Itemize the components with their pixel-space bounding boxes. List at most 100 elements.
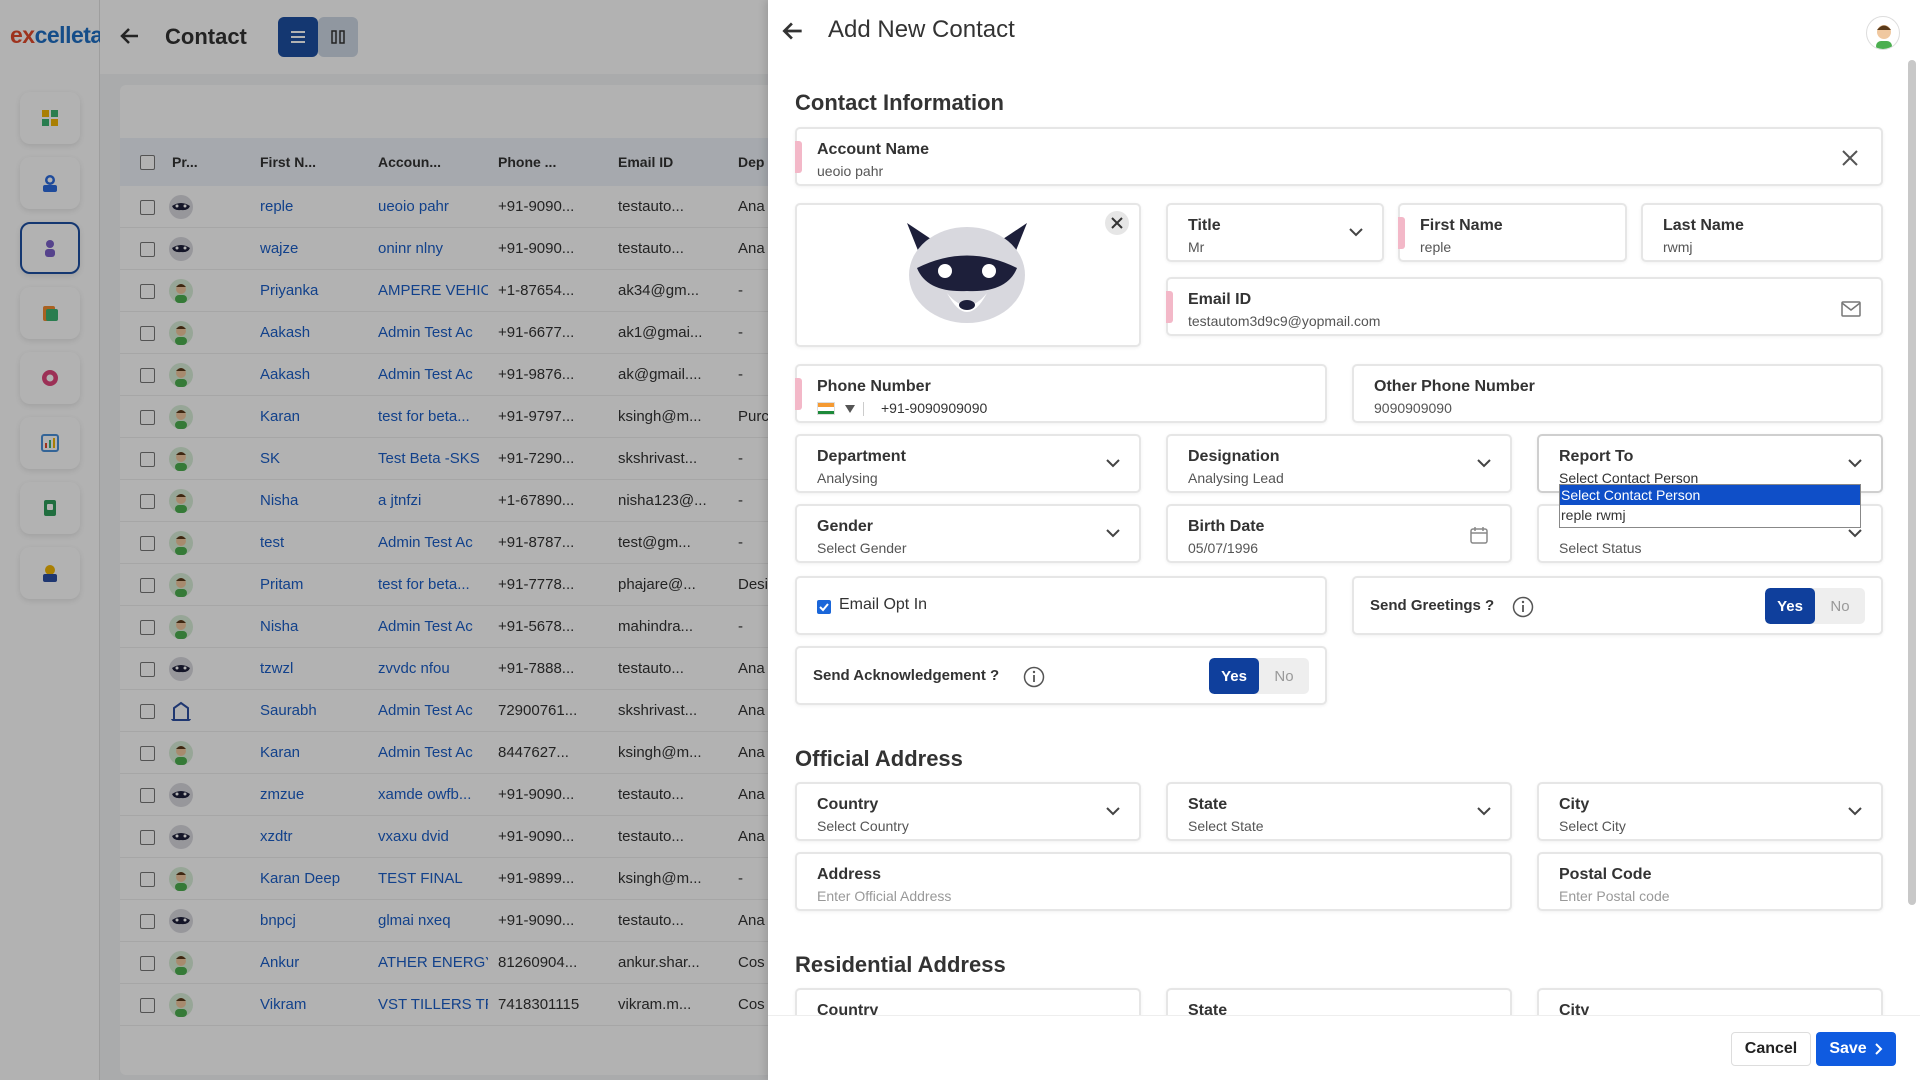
caret-down-icon[interactable] bbox=[845, 405, 855, 413]
field-value: Select City bbox=[1559, 818, 1626, 834]
field-value: Select Gender bbox=[817, 540, 907, 556]
title-select[interactable]: Title Mr bbox=[1166, 203, 1384, 262]
field-value: +91-9090909090 bbox=[881, 400, 988, 416]
designation-select[interactable]: Designation Analysing Lead bbox=[1166, 434, 1512, 493]
chevron-down-icon bbox=[1848, 807, 1862, 816]
field-label: Title bbox=[1188, 217, 1221, 234]
close-drawer-button[interactable] bbox=[780, 18, 806, 49]
field-label: Phone Number bbox=[817, 378, 931, 395]
field-label: Last Name bbox=[1663, 217, 1744, 234]
profile-image-field[interactable] bbox=[795, 203, 1141, 347]
chevron-down-icon bbox=[1106, 529, 1120, 538]
field-value: reple bbox=[1420, 239, 1452, 255]
field-label: Birth Date bbox=[1188, 518, 1265, 535]
send-greetings-field: Send Greetings ? Yes No bbox=[1352, 576, 1883, 635]
field-value: Analysing Lead bbox=[1188, 470, 1284, 486]
remove-image-button[interactable] bbox=[1105, 211, 1129, 235]
field-value: Mr bbox=[1188, 239, 1205, 255]
field-label: Designation bbox=[1188, 448, 1280, 465]
field-placeholder: Enter Official Address bbox=[817, 888, 952, 904]
field-value: ueoio pahr bbox=[817, 163, 884, 179]
official-address-field[interactable]: Address Enter Official Address bbox=[795, 852, 1512, 911]
field-value: rwmj bbox=[1663, 239, 1693, 255]
field-label: State bbox=[1188, 796, 1228, 813]
field-label: Send Acknowledgement ? bbox=[813, 667, 1000, 684]
official-postal-code-field[interactable]: Postal Code Enter Postal code bbox=[1537, 852, 1883, 911]
field-value: 05/07/1996 bbox=[1188, 540, 1259, 556]
yes-option[interactable]: Yes bbox=[1765, 588, 1815, 624]
chevron-down-icon bbox=[1349, 228, 1363, 237]
email-field[interactable]: Email ID testautom3d9c9@yopmail.com bbox=[1166, 277, 1883, 336]
info-icon[interactable] bbox=[1512, 596, 1534, 618]
raccoon-avatar-image bbox=[907, 223, 1027, 323]
chevron-down-icon bbox=[1106, 459, 1120, 468]
back-arrow-icon bbox=[782, 22, 802, 40]
chevron-down-icon bbox=[1106, 807, 1120, 816]
department-select[interactable]: Department Analysing bbox=[795, 434, 1141, 493]
dropdown-option[interactable]: reple rwmj bbox=[1560, 505, 1860, 525]
field-label: First Name bbox=[1420, 217, 1503, 234]
field-label: Department bbox=[817, 448, 906, 465]
email-opt-in-checkbox[interactable] bbox=[817, 600, 831, 614]
field-label: City bbox=[1559, 796, 1590, 813]
field-label: Report To bbox=[1559, 448, 1634, 465]
send-acknowledgement-toggle[interactable]: Yes No bbox=[1209, 658, 1309, 694]
cancel-button[interactable]: Cancel bbox=[1731, 1032, 1811, 1066]
send-acknowledgement-field: Send Acknowledgement ? Yes No bbox=[795, 646, 1327, 705]
official-city-select[interactable]: City Select City bbox=[1537, 782, 1883, 841]
field-value: 9090909090 bbox=[1374, 400, 1452, 416]
field-label: Send Greetings ? bbox=[1370, 597, 1495, 614]
other-phone-field[interactable]: Other Phone Number 9090909090 bbox=[1352, 364, 1883, 423]
gender-select[interactable]: Gender Select Gender bbox=[795, 504, 1141, 563]
field-value: Select Status bbox=[1559, 540, 1642, 556]
field-label: Address bbox=[817, 866, 882, 883]
chevron-down-icon bbox=[1848, 459, 1862, 468]
field-label: Other Phone Number bbox=[1374, 378, 1535, 395]
section-title-official-address: Official Address bbox=[795, 746, 963, 771]
field-value: Select Country bbox=[817, 818, 909, 834]
chevron-down-icon bbox=[1477, 807, 1491, 816]
field-value: Analysing bbox=[817, 470, 878, 486]
close-icon bbox=[1111, 217, 1123, 229]
field-label: Email Opt In bbox=[839, 596, 928, 613]
india-flag-icon[interactable] bbox=[817, 402, 835, 415]
first-name-field[interactable]: First Name reple bbox=[1398, 203, 1627, 262]
calendar-icon[interactable] bbox=[1470, 526, 1488, 544]
yes-option[interactable]: Yes bbox=[1209, 658, 1259, 694]
modal-backdrop-left[interactable] bbox=[0, 0, 100, 1080]
divider bbox=[863, 402, 864, 416]
drawer-title: Add New Contact bbox=[828, 16, 1015, 43]
field-label: Account Name bbox=[817, 141, 930, 158]
field-label: Country bbox=[817, 796, 879, 813]
no-option[interactable]: No bbox=[1815, 588, 1865, 624]
report-to-dropdown: Select Contact Person reple rwmj bbox=[1559, 484, 1861, 528]
save-label: Save bbox=[1829, 1040, 1867, 1057]
send-greetings-toggle[interactable]: Yes No bbox=[1765, 588, 1865, 624]
field-value: testautom3d9c9@yopmail.com bbox=[1188, 313, 1381, 329]
save-button[interactable]: Save bbox=[1816, 1032, 1896, 1066]
birth-date-field[interactable]: Birth Date 05/07/1996 bbox=[1166, 504, 1512, 563]
no-option[interactable]: No bbox=[1259, 658, 1309, 694]
info-icon[interactable] bbox=[1023, 666, 1045, 688]
user-avatar[interactable] bbox=[1866, 16, 1900, 50]
section-title-contact-info: Contact Information bbox=[795, 90, 1004, 115]
field-value: Select State bbox=[1188, 818, 1264, 834]
official-country-select[interactable]: Country Select Country bbox=[795, 782, 1141, 841]
clear-icon[interactable] bbox=[1841, 149, 1859, 167]
mail-icon bbox=[1841, 301, 1861, 317]
field-label: Gender bbox=[817, 518, 874, 535]
field-label: Postal Code bbox=[1559, 866, 1652, 883]
chevron-right-icon bbox=[1874, 1043, 1883, 1055]
email-opt-in-field[interactable]: Email Opt In bbox=[795, 576, 1327, 635]
section-title-residential-address: Residential Address bbox=[795, 952, 1006, 977]
last-name-field[interactable]: Last Name rwmj bbox=[1641, 203, 1883, 262]
official-state-select[interactable]: State Select State bbox=[1166, 782, 1512, 841]
drawer-scrollbar[interactable] bbox=[1908, 60, 1916, 905]
account-name-field[interactable]: Account Name ueoio pahr bbox=[795, 127, 1883, 186]
dropdown-option[interactable]: Select Contact Person bbox=[1560, 485, 1860, 505]
modal-backdrop[interactable] bbox=[100, 0, 768, 1080]
chevron-down-icon bbox=[1477, 459, 1491, 468]
checkmark-icon bbox=[819, 603, 829, 612]
phone-number-field[interactable]: Phone Number +91-9090909090 bbox=[795, 364, 1327, 423]
field-placeholder: Enter Postal code bbox=[1559, 888, 1670, 904]
